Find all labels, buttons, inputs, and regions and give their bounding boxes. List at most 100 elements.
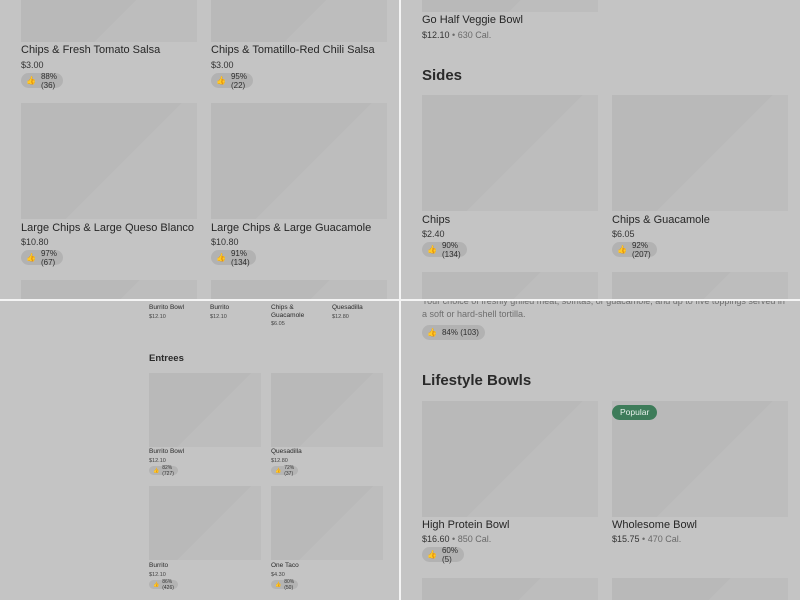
- thumbs-up-icon: 👍: [26, 253, 36, 262]
- item-image[interactable]: [422, 95, 598, 211]
- item-price: $16.60: [422, 534, 450, 544]
- thumbs-up-icon: 👍: [26, 76, 36, 85]
- top-left-panel: Chips & Fresh Tomato Salsa $3.00 👍 88% (…: [0, 0, 400, 300]
- rating-text: 95% (22): [230, 71, 247, 90]
- rating-badge: 👍 90% (134): [422, 240, 467, 259]
- item-image[interactable]: [612, 272, 788, 300]
- rating-badge: 👍 88% (36): [21, 71, 63, 90]
- item-image[interactable]: [211, 280, 387, 300]
- item-image[interactable]: [21, 280, 197, 300]
- rating-badge: 👍 97% (67): [21, 249, 63, 267]
- bottom-left-panel: Burrito Bowl $12.10 Burrito $12.10 Chips…: [0, 300, 400, 600]
- item-name: Chips & Fresh Tomato Salsa: [21, 44, 161, 56]
- rating-badge: 👍 91% (134): [211, 248, 256, 267]
- item-image[interactable]: [271, 486, 383, 560]
- item-image[interactable]: [271, 373, 383, 447]
- item-price-calories: $16.60 • 850 Cal.: [422, 534, 492, 544]
- thumbs-up-icon: 👍: [617, 245, 627, 254]
- item-name: Chips & Guacamole: [271, 304, 305, 319]
- rating-badge: 👍 86% (426): [149, 578, 178, 591]
- rating-text: 88% (36): [40, 71, 57, 90]
- item-name: Chips: [422, 214, 451, 226]
- item-price: $12.10: [149, 572, 166, 578]
- item-price: $3.00: [211, 60, 234, 70]
- item-name: Chips & Tomatillo-Red Chili Salsa: [211, 44, 375, 56]
- item-image[interactable]: [422, 272, 598, 300]
- rating-text: 84% (103): [441, 328, 479, 337]
- item-price-calories: $15.75 • 470 Cal.: [612, 534, 682, 544]
- item-price: $10.80: [21, 237, 49, 247]
- top-right-panel: Go Half Veggie Bowl $12.10 • 630 Cal. Si…: [400, 0, 800, 300]
- item-price: $12.80: [271, 458, 288, 464]
- thumbs-up-icon: 👍: [153, 581, 160, 588]
- section-title-entrees: Entrees: [149, 353, 184, 364]
- item-image[interactable]: [422, 401, 598, 517]
- thumbs-up-icon: 👍: [153, 467, 160, 474]
- item-price: $12.10: [210, 314, 227, 320]
- thumbs-up-icon: 👍: [216, 253, 226, 262]
- rating-badge: 👍 80% (50): [271, 578, 299, 591]
- rating-text: 72% (37): [284, 464, 295, 477]
- item-image[interactable]: [21, 0, 197, 42]
- item-name: Chips & Guacamole: [612, 214, 710, 226]
- item-image[interactable]: [149, 373, 261, 447]
- item-name: Large Chips & Large Guacamole: [211, 222, 372, 234]
- rating-text: 80% (50): [284, 578, 295, 591]
- thumbs-up-icon: 👍: [275, 581, 282, 588]
- horizontal-divider: [0, 299, 800, 301]
- item-name: Quesadilla: [332, 304, 363, 311]
- rating-badge: 👍 92% (207): [612, 240, 657, 259]
- item-image[interactable]: [149, 486, 261, 560]
- item-name: Burrito Bowl: [149, 448, 185, 455]
- thumbs-up-icon: 👍: [275, 467, 282, 474]
- thumbs-up-icon: 👍: [427, 245, 437, 254]
- item-name: Quesadilla: [271, 448, 302, 455]
- item-price: $2.40: [422, 229, 445, 239]
- section-title-sides: Sides: [422, 67, 463, 84]
- rating-text: 91% (134): [230, 248, 250, 267]
- item-calories: 630 Cal.: [457, 30, 492, 40]
- item-price: $12.10: [422, 30, 450, 40]
- item-image[interactable]: [21, 103, 197, 219]
- item-name: Burrito: [149, 562, 169, 569]
- rating-text: 82% (727): [162, 464, 174, 477]
- rating-badge: 👍 84% (103): [422, 325, 485, 340]
- rating-text: 86% (426): [162, 578, 174, 591]
- item-price: $6.05: [271, 321, 285, 327]
- item-price: $12.10: [149, 314, 166, 320]
- item-name: One Taco: [271, 562, 299, 569]
- rating-badge: 👍 95% (22): [211, 71, 253, 90]
- rating-text: 92% (207): [631, 240, 651, 259]
- thumbs-up-icon: 👍: [427, 550, 437, 559]
- item-price-calories: $12.10 • 630 Cal.: [422, 30, 492, 40]
- rating-badge: 👍 72% (37): [271, 464, 299, 477]
- item-image[interactable]: [422, 0, 598, 12]
- item-image[interactable]: [612, 578, 788, 600]
- item-image[interactable]: [612, 95, 788, 211]
- item-price: $10.80: [211, 237, 239, 247]
- item-name: Burrito: [210, 304, 230, 311]
- section-title-lifestyle-bowls: Lifestyle Bowls: [422, 372, 532, 389]
- item-image[interactable]: [211, 103, 387, 219]
- rating-text: 90% (134): [441, 240, 461, 259]
- item-name: High Protein Bowl: [422, 519, 510, 531]
- item-price: $6.05: [612, 229, 635, 239]
- item-description: Your choice of freshly grilled meat, sof…: [422, 300, 785, 319]
- item-price: $3.00: [21, 60, 44, 70]
- item-image[interactable]: [422, 578, 598, 600]
- item-price: $12.10: [149, 458, 166, 464]
- item-calories: 470 Cal.: [647, 534, 682, 544]
- item-name: Go Half Veggie Bowl: [422, 14, 523, 26]
- item-price: $15.75: [612, 534, 640, 544]
- rating-text: 60% (5): [441, 545, 458, 564]
- thumbs-up-icon: 👍: [216, 76, 226, 85]
- item-name: Burrito Bowl: [149, 304, 185, 311]
- item-price: $12.80: [332, 314, 349, 320]
- item-image[interactable]: [211, 0, 387, 42]
- item-price: $4.30: [271, 572, 285, 578]
- bottom-right-panel: Your choice of freshly grilled meat, sof…: [400, 300, 800, 600]
- item-name: Large Chips & Large Queso Blanco: [21, 222, 195, 234]
- thumbs-up-icon: 👍: [427, 328, 437, 337]
- rating-badge: 👍 82% (727): [149, 464, 178, 477]
- item-calories: 850 Cal.: [457, 534, 492, 544]
